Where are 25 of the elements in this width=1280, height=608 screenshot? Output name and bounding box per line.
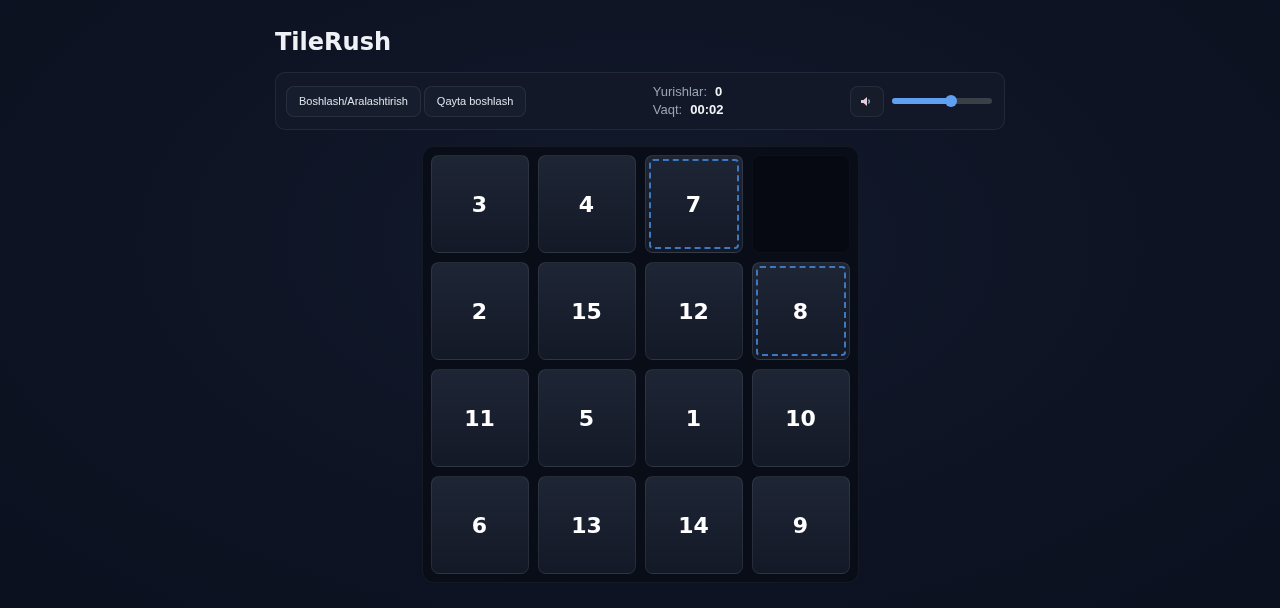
restart-button[interactable]: Qayta boshlash — [423, 85, 527, 117]
puzzle-tile[interactable]: 3 — [430, 155, 529, 253]
slider-thumb[interactable] — [944, 95, 957, 107]
puzzle-tile[interactable]: 9 — [751, 476, 850, 574]
app-title: TileRush — [275, 27, 392, 57]
puzzle-tile[interactable]: 1 — [644, 369, 743, 467]
puzzle-tile[interactable]: 13 — [537, 476, 636, 574]
sound-button[interactable] — [850, 85, 884, 117]
stat-label: Yurishlar: — [652, 84, 707, 100]
puzzle-tile[interactable]: 5 — [537, 369, 636, 467]
puzzle-tile[interactable]: 6 — [430, 476, 529, 574]
puzzle-tile[interactable]: 8 — [751, 262, 850, 360]
puzzle-tile[interactable]: 14 — [644, 476, 743, 574]
puzzle-tile[interactable]: 12 — [644, 262, 743, 360]
puzzle-tile[interactable]: 11 — [430, 369, 529, 467]
shuffle-button[interactable]: Boshlash/Aralashtirish — [286, 85, 421, 117]
stat-value: 00:02 — [690, 102, 724, 118]
puzzle-tile[interactable]: 15 — [537, 262, 636, 360]
puzzle-tile[interactable]: 7 — [644, 155, 743, 253]
volume-slider[interactable] — [892, 98, 992, 104]
stat-value: 0 — [715, 84, 723, 100]
stat-label: Vaqt: — [652, 102, 683, 118]
puzzle-tile[interactable]: 10 — [751, 369, 850, 467]
puzzle-tile[interactable]: 4 — [537, 155, 636, 253]
puzzle-tile[interactable]: 2 — [430, 262, 529, 360]
